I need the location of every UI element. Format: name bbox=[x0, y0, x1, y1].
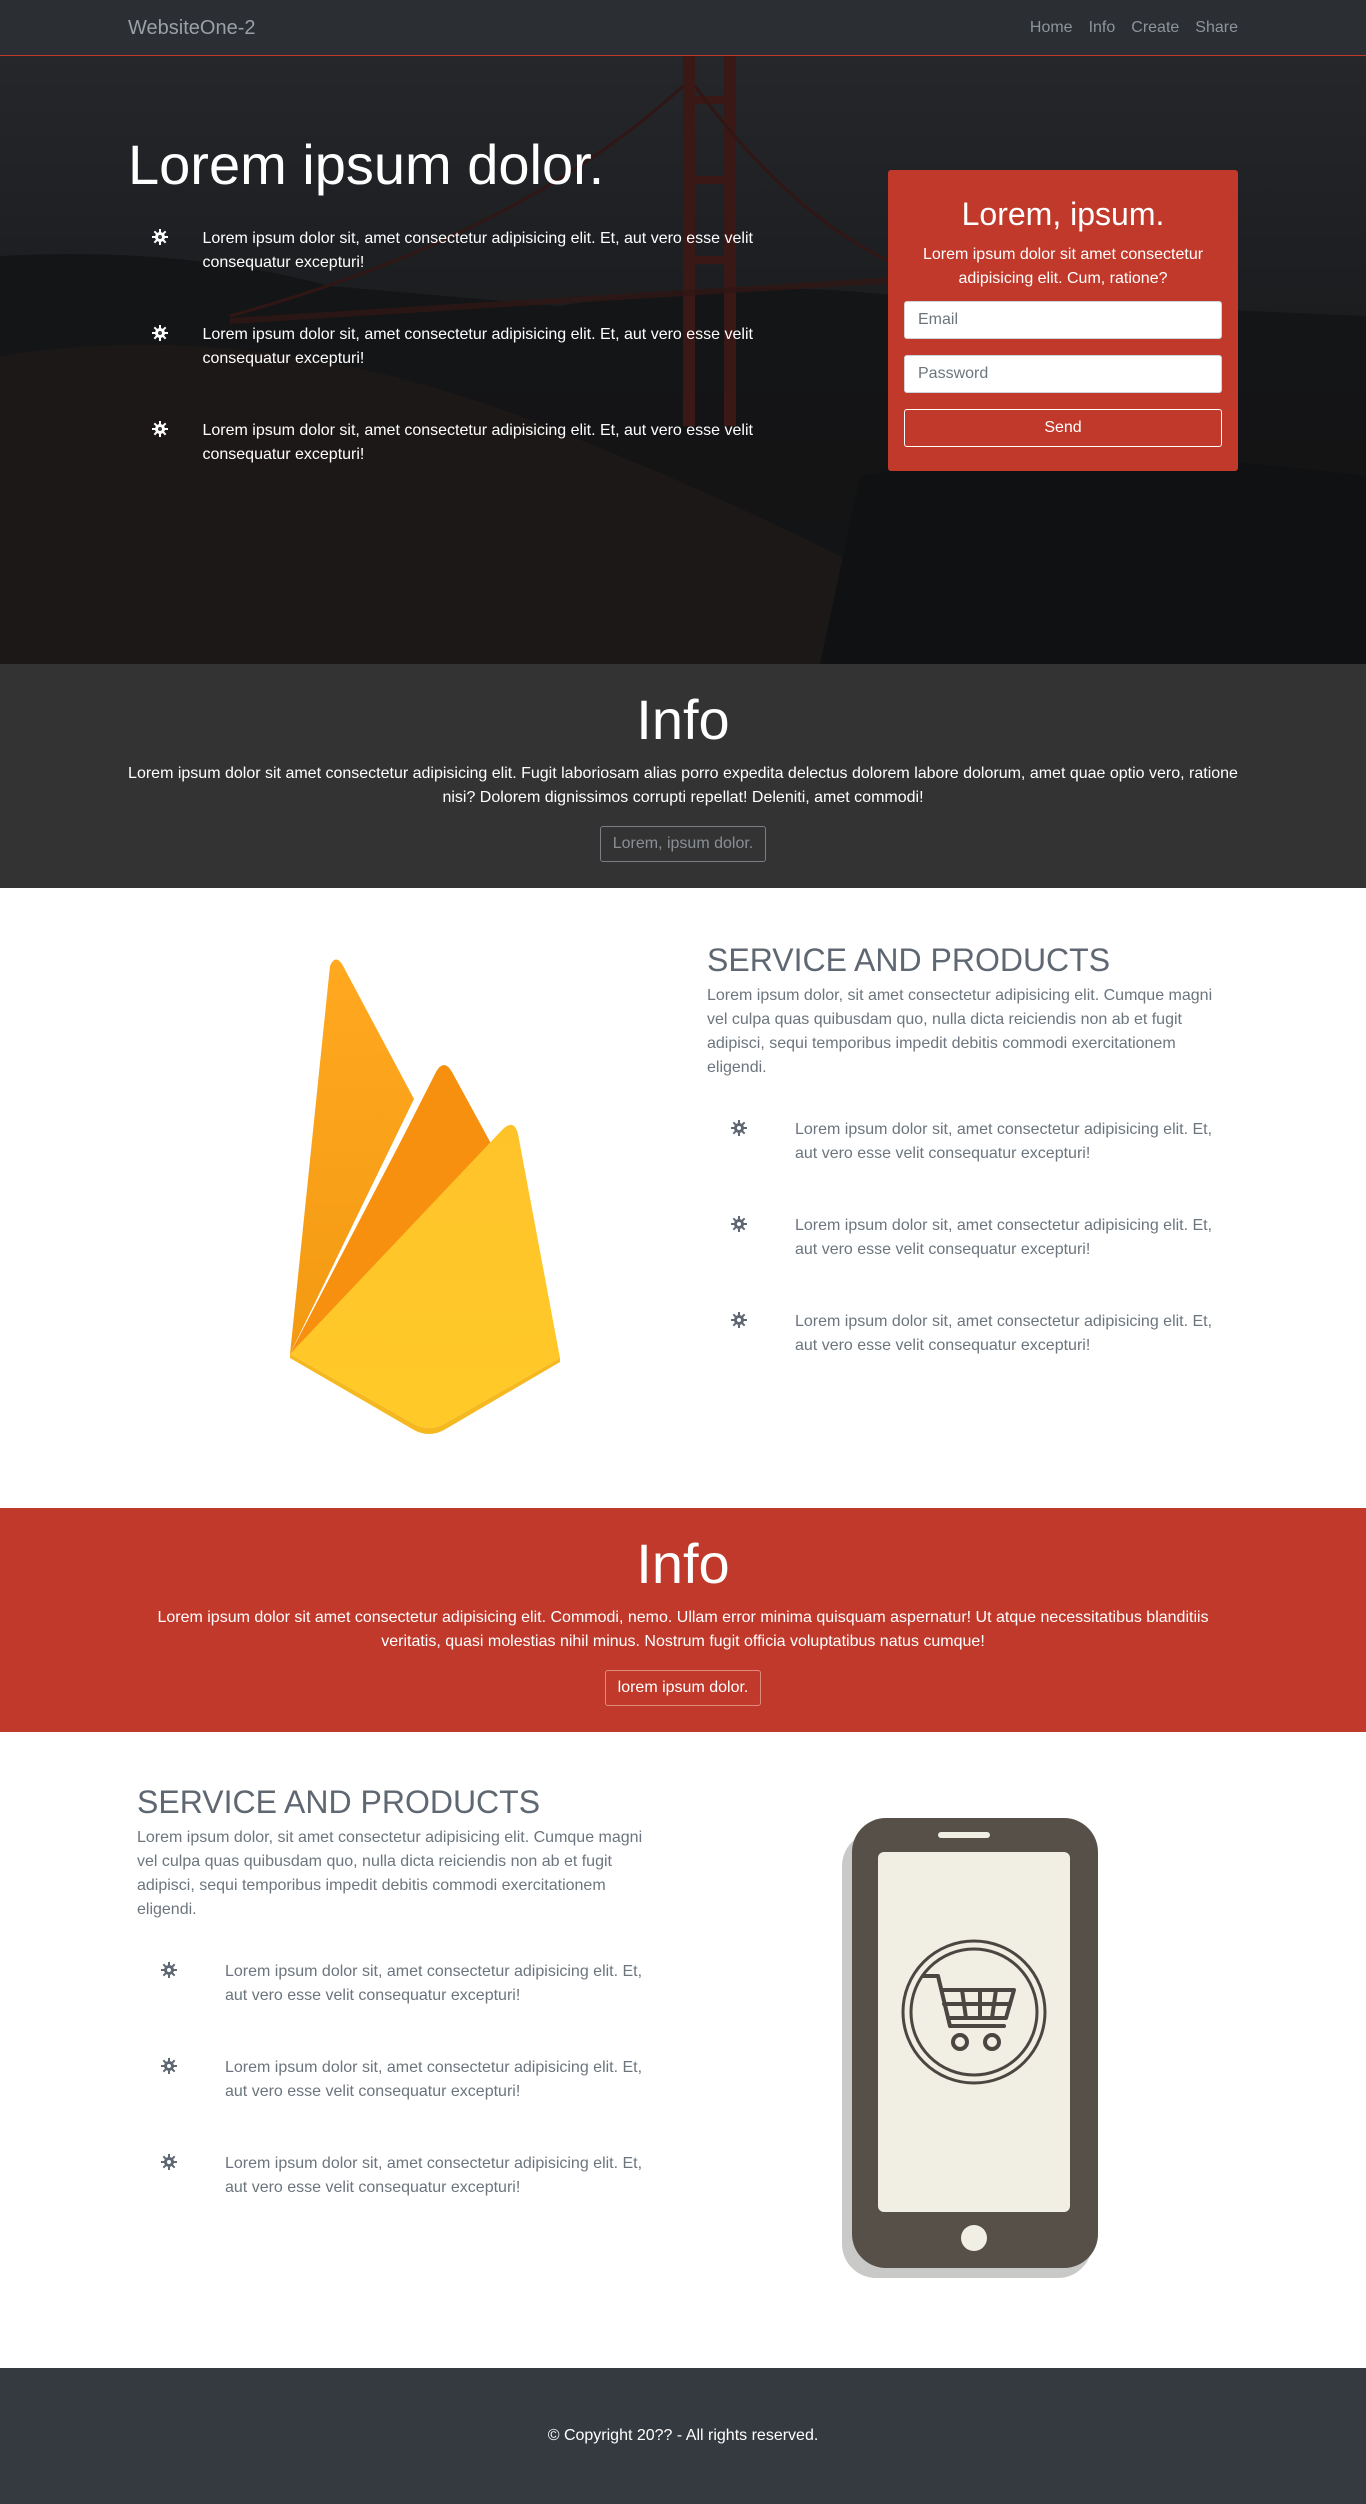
service-section-1: SERVICE AND PRODUCTS Lorem ipsum dolor, … bbox=[0, 888, 1366, 1508]
password-field[interactable] bbox=[904, 355, 1222, 393]
info-text: Lorem ipsum dolor sit amet consectetur a… bbox=[128, 765, 1238, 806]
list-item: Lorem ipsum dolor sit, amet consectetur … bbox=[137, 2056, 647, 2152]
list-item: Lorem ipsum dolor sit, amet consectetur … bbox=[128, 323, 768, 419]
service-feature-list: Lorem ipsum dolor sit, amet consectetur … bbox=[707, 1118, 1217, 1406]
info-button[interactable]: lorem ipsum dolor. bbox=[604, 1670, 762, 1706]
feature-text: Lorem ipsum dolor sit, amet consectetur … bbox=[795, 1121, 1213, 1162]
copyright-text: © Copyright 20?? - All rights reserved. bbox=[547, 2427, 819, 2444]
info-button[interactable]: Lorem, ipsum dolor. bbox=[599, 826, 767, 862]
service-title: SERVICE AND PRODUCTS bbox=[707, 942, 1111, 978]
feature-text: Lorem ipsum dolor sit, amet consectetur … bbox=[795, 1217, 1213, 1258]
service-text-block: SERVICE AND PRODUCTS Lorem ipsum dolor, … bbox=[137, 1782, 647, 2248]
signup-card: Lorem, ipsum. Lorem ipsum dolor sit amet… bbox=[888, 170, 1238, 471]
gear-icon bbox=[707, 1310, 795, 1328]
hero-feature-list: Lorem ipsum dolor sit, amet consectetur … bbox=[128, 227, 768, 515]
gear-icon bbox=[128, 323, 202, 341]
info-title: Info bbox=[636, 688, 730, 751]
service-description: Lorem ipsum dolor, sit amet consectetur … bbox=[707, 987, 1213, 1076]
gear-icon bbox=[137, 2152, 225, 2170]
service-text-block: SERVICE AND PRODUCTS Lorem ipsum dolor, … bbox=[707, 940, 1217, 1406]
feature-text: Lorem ipsum dolor sit, amet consectetur … bbox=[225, 2155, 643, 2196]
list-item: Lorem ipsum dolor sit, amet consectetur … bbox=[128, 419, 768, 515]
info-text: Lorem ipsum dolor sit amet consectetur a… bbox=[157, 1609, 1209, 1650]
signup-subtitle: Lorem ipsum dolor sit amet consectetur a… bbox=[922, 246, 1204, 287]
info-section-dark: Info Lorem ipsum dolor sit amet consecte… bbox=[0, 664, 1366, 888]
gear-icon bbox=[707, 1118, 795, 1136]
send-button[interactable]: Send bbox=[904, 409, 1222, 447]
smartphone-shopping-cart-icon bbox=[842, 1818, 1098, 2278]
info-title: Info bbox=[636, 1532, 730, 1595]
navbar: WebsiteOne-2 Home Info Create Share bbox=[0, 0, 1366, 56]
feature-text: Lorem ipsum dolor sit, amet consectetur … bbox=[202, 230, 753, 271]
nav-link-create[interactable]: Create bbox=[1123, 19, 1187, 37]
email-field[interactable] bbox=[904, 301, 1222, 339]
signup-title: Lorem, ipsum. bbox=[961, 196, 1165, 232]
gear-icon bbox=[128, 227, 202, 245]
list-item: Lorem ipsum dolor sit, amet consectetur … bbox=[137, 1960, 647, 2056]
service-section-2: SERVICE AND PRODUCTS Lorem ipsum dolor, … bbox=[0, 1732, 1366, 2368]
nav-link-home[interactable]: Home bbox=[1022, 19, 1081, 37]
feature-text: Lorem ipsum dolor sit, amet consectetur … bbox=[225, 1963, 643, 2004]
firebase-flame-logo bbox=[290, 959, 560, 1434]
list-item: Lorem ipsum dolor sit, amet consectetur … bbox=[128, 227, 768, 323]
feature-text: Lorem ipsum dolor sit, amet consectetur … bbox=[202, 326, 753, 367]
service-feature-list: Lorem ipsum dolor sit, amet consectetur … bbox=[137, 1960, 647, 2248]
service-title: SERVICE AND PRODUCTS bbox=[137, 1784, 541, 1820]
info-section-red: Info Lorem ipsum dolor sit amet consecte… bbox=[0, 1508, 1366, 1732]
nav-link-share[interactable]: Share bbox=[1187, 19, 1238, 37]
list-item: Lorem ipsum dolor sit, amet consectetur … bbox=[707, 1310, 1217, 1406]
feature-text: Lorem ipsum dolor sit, amet consectetur … bbox=[202, 422, 753, 463]
hero-section: Lorem ipsum dolor. Lorem ipsum dolor sit… bbox=[0, 56, 1366, 664]
list-item: Lorem ipsum dolor sit, amet consectetur … bbox=[707, 1214, 1217, 1310]
gear-icon bbox=[137, 2056, 225, 2074]
nav-links: Home Info Create Share bbox=[1022, 19, 1238, 37]
list-item: Lorem ipsum dolor sit, amet consectetur … bbox=[707, 1118, 1217, 1214]
list-item: Lorem ipsum dolor sit, amet consectetur … bbox=[137, 2152, 647, 2248]
service-description: Lorem ipsum dolor, sit amet consectetur … bbox=[137, 1829, 643, 1918]
feature-text: Lorem ipsum dolor sit, amet consectetur … bbox=[225, 2059, 643, 2100]
nav-link-info[interactable]: Info bbox=[1081, 19, 1124, 37]
gear-icon bbox=[128, 419, 202, 437]
gear-icon bbox=[707, 1214, 795, 1232]
gear-icon bbox=[137, 1960, 225, 1978]
footer: © Copyright 20?? - All rights reserved. bbox=[0, 2368, 1366, 2504]
brand-logo[interactable]: WebsiteOne-2 bbox=[128, 17, 255, 40]
feature-text: Lorem ipsum dolor sit, amet consectetur … bbox=[795, 1313, 1213, 1354]
